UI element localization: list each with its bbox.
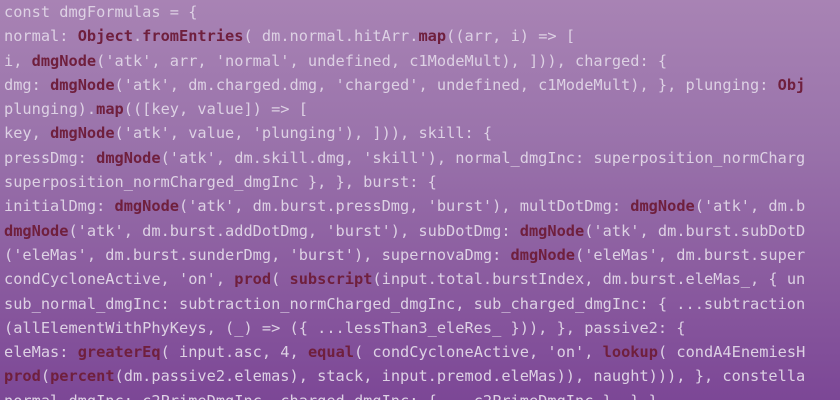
code-function-token: subscript xyxy=(289,270,373,289)
code-function-token: dmgNode xyxy=(50,75,115,94)
code-function-token: lookup xyxy=(602,343,658,362)
code-line: dmgNode('atk', dm.burst.addDotDmg, 'burs… xyxy=(4,219,840,243)
code-text-token: ( xyxy=(271,270,290,289)
code-text-token: ( condA4EnemiesH xyxy=(657,343,806,362)
code-line: ('eleMas', dm.burst.sunderDmg, 'burst'),… xyxy=(4,243,840,267)
code-text-token: i, xyxy=(4,51,32,70)
code-function-token: percent xyxy=(50,367,115,386)
code-text-token: dmg: xyxy=(4,75,51,94)
code-line: pressDmg: dmgNode('atk', dm.skill.dmg, '… xyxy=(4,146,840,170)
code-text-token: sub_normal_dmgInc: subtraction_normCharg… xyxy=(4,294,806,313)
code-function-token: dmgNode xyxy=(519,221,585,240)
code-text-token: ('atk', dm.burst.subDotD xyxy=(584,221,806,240)
code-line: normal_dmgInc: c2PrimeDmgInc, charged_dm… xyxy=(4,389,840,400)
code-line: plunging).map(([key, value]) => [ xyxy=(4,97,840,121)
code-text-token: (([key, value]) => [ xyxy=(123,100,308,119)
code-text-token: (input.total.burstIndex, dm.burst.eleMas… xyxy=(372,270,806,289)
code-text-token: ('eleMas', dm.burst.super xyxy=(575,245,806,264)
code-line: dmg: dmgNode('atk', dm.charged.dmg, 'cha… xyxy=(4,73,840,97)
code-function-token: dmgNode xyxy=(630,197,695,216)
code-line: prod(percent(dm.passive2.elemas), stack,… xyxy=(4,364,840,388)
code-function-token: prod xyxy=(234,270,272,289)
code-function-token: dmgNode xyxy=(4,221,69,240)
code-function-token: fromEntries xyxy=(142,27,244,46)
code-function-token: dmgNode xyxy=(31,51,97,70)
code-function-token: dmgNode xyxy=(114,197,179,216)
code-text-token: ( condCycloneActive, 'on', xyxy=(354,343,603,362)
code-line: const dmgFormulas = { xyxy=(4,0,840,24)
code-function-token: map xyxy=(96,100,124,119)
code-text-token: . xyxy=(132,27,143,46)
code-text-token: initialDmg: xyxy=(4,197,115,216)
code-text-token: ('atk', dm.skill.dmg, 'skill'), normal_d… xyxy=(160,148,806,167)
code-text-token: ('atk', dm.burst.pressDmg, 'burst'), mul… xyxy=(178,197,631,216)
code-text-token: ('atk', arr, 'normal', undefined, c1Mode… xyxy=(96,51,668,70)
code-text-token: pressDmg: xyxy=(4,148,97,167)
code-text-token: ( xyxy=(40,367,51,386)
code-function-token: prod xyxy=(4,367,41,386)
code-text-token: condCycloneActive, 'on', xyxy=(4,270,235,289)
code-text-token: key, xyxy=(4,124,51,143)
code-function-token: map xyxy=(418,27,447,46)
code-function-token: greaterEq xyxy=(77,343,161,362)
code-line: key, dmgNode('atk', value, 'plunging'), … xyxy=(4,121,840,145)
code-text-token: ( input.asc, 4, xyxy=(160,343,308,362)
code-text-token: ('atk', dm.b xyxy=(694,197,806,216)
code-function-token: dmgNode xyxy=(96,148,161,167)
code-text-token: normal_dmgInc: c2PrimeDmgInc, charged_dm… xyxy=(4,392,658,400)
code-line: initialDmg: dmgNode('atk', dm.burst.pres… xyxy=(4,194,840,218)
code-function-token: Obj xyxy=(777,75,806,94)
code-text-token: ( dm.normal.hitArr. xyxy=(243,27,419,46)
code-text-token: plunging). xyxy=(4,100,97,119)
code-text-token: superposition_normCharged_dmgInc }, }, b… xyxy=(4,173,437,192)
code-function-token: Object xyxy=(77,27,133,46)
code-text-token: ((arr, i) => [ xyxy=(446,27,576,46)
code-line: superposition_normCharged_dmgInc }, }, b… xyxy=(4,170,840,194)
code-line: i, dmgNode('atk', arr, 'normal', undefin… xyxy=(4,49,840,73)
code-text-token: ('atk', dm.burst.addDotDmg, 'burst'), su… xyxy=(68,221,520,240)
code-function-token: dmgNode xyxy=(50,124,115,143)
code-text-token: ('atk', value, 'plunging'), ])), skill: … xyxy=(114,124,493,143)
code-text-token: const dmgFormulas = { xyxy=(4,3,198,21)
code-line: eleMas: greaterEq( input.asc, 4, equal( … xyxy=(4,340,840,364)
code-function-token: dmgNode xyxy=(510,245,575,264)
code-function-token: equal xyxy=(307,343,354,362)
code-line: condCycloneActive, 'on', prod( subscript… xyxy=(4,267,840,291)
code-view: const dmgFormulas = { normal: Object.from… xyxy=(4,0,840,400)
code-text-token: (dm.passive2.elemas), stack, input.premo… xyxy=(114,367,806,386)
code-line: normal: Object.fromEntries( dm.normal.hi… xyxy=(4,24,840,48)
code-text-token: ('atk', dm.charged.dmg, 'charged', undef… xyxy=(114,75,778,94)
code-line: (allElementWithPhyKeys, (_) => ({ ...les… xyxy=(4,316,840,340)
code-text-token: eleMas: xyxy=(4,343,78,362)
code-text-token: normal: xyxy=(4,27,78,46)
code-line: sub_normal_dmgInc: subtraction_normCharg… xyxy=(4,292,840,316)
code-text-token: ('eleMas', dm.burst.sunderDmg, 'burst'),… xyxy=(4,245,511,264)
code-text-token: (allElementWithPhyKeys, (_) => ({ ...les… xyxy=(4,318,686,337)
